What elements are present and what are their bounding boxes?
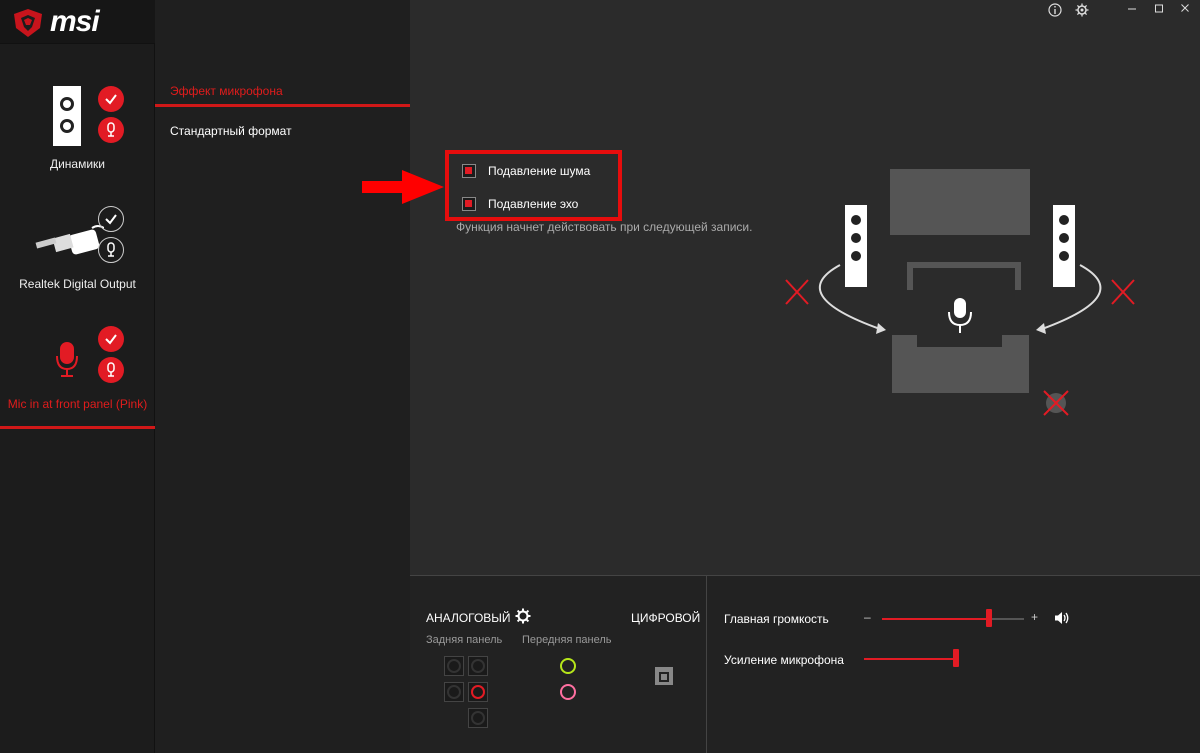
device-label: Mic in at front panel (Pink) xyxy=(7,397,148,411)
rear-jack[interactable] xyxy=(444,656,464,676)
rear-jack[interactable] xyxy=(468,708,488,728)
device-digital-output[interactable]: Realtek Digital Output xyxy=(0,200,155,300)
mic-boost-fill xyxy=(864,658,956,660)
microphone-icon xyxy=(56,342,78,377)
rca-cable-icon xyxy=(35,225,104,255)
device-mic-front-panel[interactable]: Mic in at front panel (Pink) xyxy=(0,326,155,430)
red-arrow-icon xyxy=(362,170,444,204)
default-device-check-icon[interactable] xyxy=(98,86,124,112)
menu-item-mic-effect[interactable]: Эффект микрофона xyxy=(155,84,410,98)
checkbox-box[interactable] xyxy=(462,197,476,211)
rear-jack-active[interactable] xyxy=(468,682,488,702)
default-comm-device-icon[interactable] xyxy=(98,237,124,263)
bottom-panel: АНАЛОГОВЫЙ ЦИФРОВОЙ Задняя панель Передн… xyxy=(410,575,1200,753)
active-menu-underline xyxy=(155,104,410,107)
default-device-check-icon[interactable] xyxy=(98,206,124,232)
menu-item-default-format[interactable]: Стандартный формат xyxy=(155,124,410,138)
rear-panel-label: Задняя панель xyxy=(426,634,503,646)
volume-minus-button[interactable]: – xyxy=(864,610,871,624)
rear-jack[interactable] xyxy=(468,656,488,676)
optical-port-icon[interactable] xyxy=(654,666,674,686)
device-sidebar: msi Динамики Realtek Digital Output Mic … xyxy=(0,0,155,753)
front-mic-jack[interactable] xyxy=(560,684,576,700)
master-volume-label: Главная громкость xyxy=(724,612,829,626)
connector-panel: АНАЛОГОВЫЙ ЦИФРОВОЙ Задняя панель Передн… xyxy=(410,576,707,753)
effect-note: Функция начнет действовать при следующей… xyxy=(456,220,753,234)
volume-plus-button[interactable]: + xyxy=(1031,610,1038,624)
app-window: msi Динамики Realtek Digital Output Mic … xyxy=(0,0,1200,753)
noise-suppression-label: Подавление шума xyxy=(488,164,591,178)
checkbox-box[interactable] xyxy=(462,164,476,178)
default-comm-device-icon[interactable] xyxy=(98,117,124,143)
mic-boost-thumb[interactable] xyxy=(953,649,959,667)
digital-label: ЦИФРОВОЙ xyxy=(631,611,701,625)
front-panel-label: Передняя панель xyxy=(522,634,612,646)
disabled-fan-icon xyxy=(1043,390,1069,416)
msi-dragon-logo-icon xyxy=(14,9,42,37)
device-label: Динамики xyxy=(49,157,106,171)
left-speaker-icon xyxy=(845,205,867,287)
mic-boost-label: Усиление микрофона xyxy=(724,653,844,667)
rear-jack[interactable] xyxy=(444,682,464,702)
gear-icon[interactable] xyxy=(515,608,531,624)
speaker-icon xyxy=(53,86,81,146)
speaker-volume-icon[interactable] xyxy=(1054,611,1070,625)
default-device-check-icon[interactable] xyxy=(98,326,124,352)
brand-logo-text: msi xyxy=(50,5,100,38)
master-volume-fill xyxy=(882,618,989,620)
effect-menu: Эффект микрофона Стандартный формат xyxy=(155,0,410,753)
noise-suppression-checkbox[interactable]: Подавление шума xyxy=(462,164,590,178)
echo-cancellation-label: Подавление эхо xyxy=(488,197,579,211)
front-headphone-jack[interactable] xyxy=(560,658,576,674)
device-label: Realtek Digital Output xyxy=(19,277,136,291)
echo-cancellation-checkbox[interactable]: Подавление эхо xyxy=(462,197,578,211)
right-speaker-icon xyxy=(1053,205,1075,287)
device-speakers[interactable]: Динамики xyxy=(0,80,155,180)
center-microphone-icon xyxy=(948,298,972,333)
active-device-underline xyxy=(0,426,155,429)
echo-illustration xyxy=(785,169,1135,416)
logo-bar: msi xyxy=(0,0,155,44)
analog-label: АНАЛОГОВЫЙ xyxy=(426,611,511,625)
master-volume-thumb[interactable] xyxy=(985,609,992,627)
default-comm-device-icon[interactable] xyxy=(98,357,124,383)
